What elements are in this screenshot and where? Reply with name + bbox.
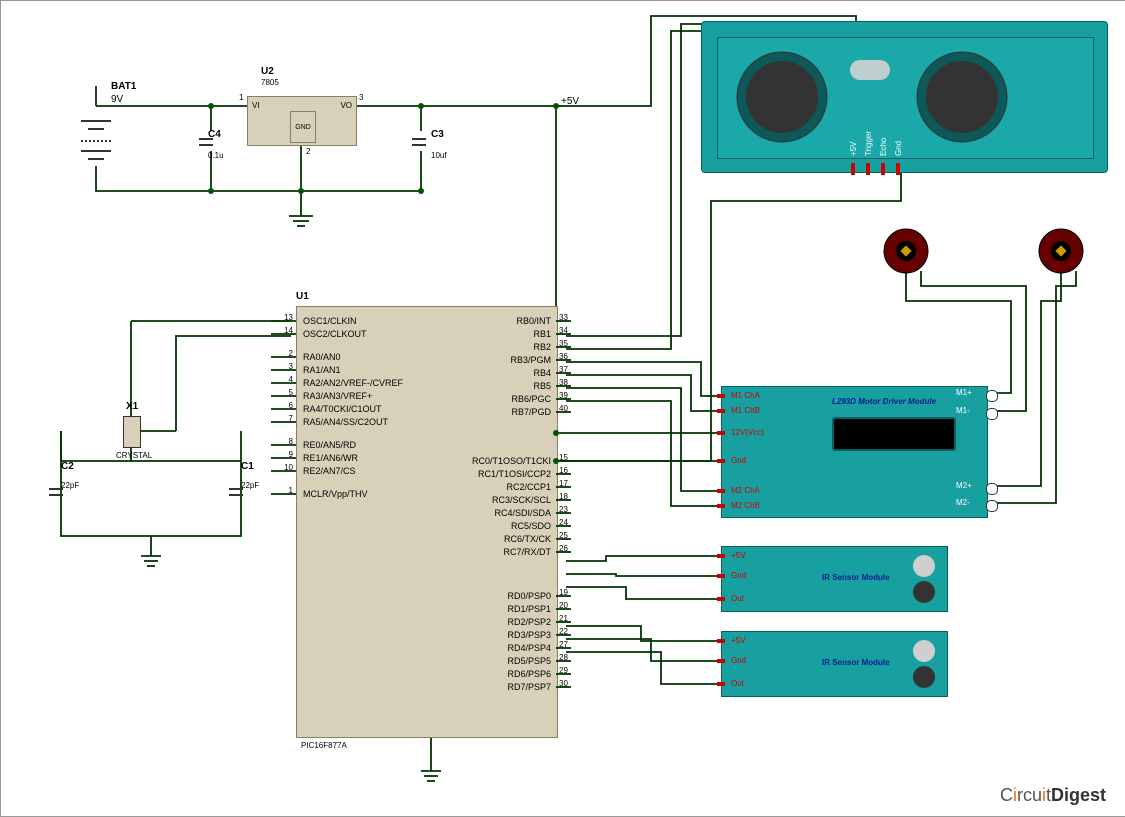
mcu-ref: U1	[296, 291, 309, 302]
motor-2	[1026, 226, 1096, 276]
c4-symbol	[196, 129, 216, 159]
crystal-ref: X1	[126, 401, 138, 412]
mcu-part: PIC16F877A	[301, 741, 347, 750]
schematic-canvas: BAT1 9V U2 7805 VI VO GND 1 3 2 C4 0.1u …	[0, 0, 1125, 817]
c1-ref: C1	[241, 461, 254, 472]
battery-ref: BAT1	[111, 81, 136, 92]
rail-5v: +5V	[561, 96, 579, 107]
ultrasonic-module	[701, 21, 1108, 173]
ir-module-2: IR Sensor Module	[721, 631, 948, 697]
battery-symbol	[71, 101, 121, 181]
crystal-body	[123, 416, 141, 448]
c2-symbol	[46, 479, 66, 509]
c1-symbol	[226, 479, 246, 509]
motor-1	[871, 226, 941, 276]
motor-driver-module: L293D Motor Driver Module	[721, 386, 988, 518]
c2-ref: C2	[61, 461, 74, 472]
c3-ref: C3	[431, 129, 444, 140]
reg-ref: U2	[261, 66, 274, 77]
ir-module-1: IR Sensor Module	[721, 546, 948, 612]
reg-part: 7805	[261, 78, 279, 87]
watermark: CircuitDigest	[1000, 785, 1106, 806]
regulator-body: VI VO GND	[247, 96, 357, 146]
c3-symbol	[409, 129, 429, 159]
